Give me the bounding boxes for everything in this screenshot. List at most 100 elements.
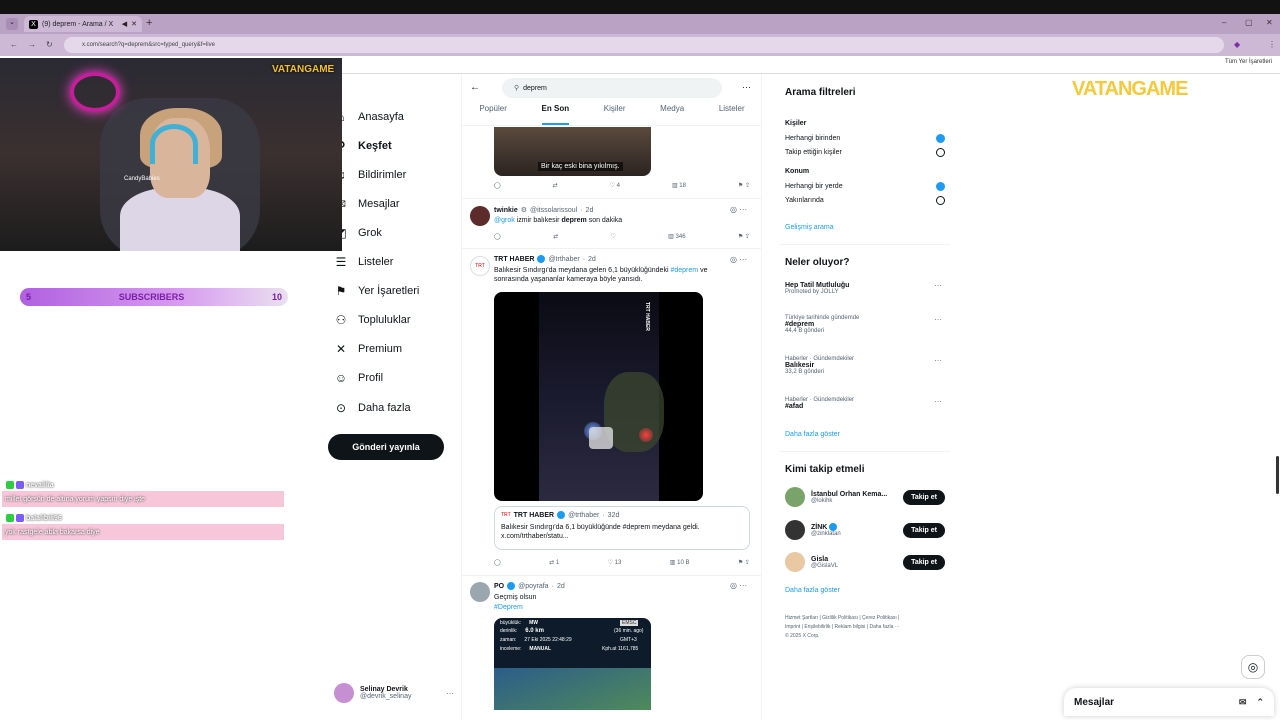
trend-item[interactable]: Haberler · Gündemdekiler #afad	[785, 397, 945, 410]
avatar[interactable]	[470, 206, 490, 226]
trends-more-link[interactable]: Daha fazla göster	[785, 431, 840, 438]
forward-icon[interactable]: →	[28, 40, 36, 49]
nav-item-communities[interactable]: ⚇ Topluluklar	[334, 313, 411, 327]
grok-and-more-icon[interactable]: ◎ ···	[730, 255, 747, 264]
scrollbar[interactable]	[1276, 456, 1279, 494]
mention-link[interactable]: @grok	[494, 217, 515, 224]
tweet-time[interactable]: 2d	[586, 207, 594, 214]
back-arrow-icon[interactable]: ←	[470, 82, 480, 93]
tweet-time[interactable]: 2d	[588, 256, 596, 263]
bookmark-actions[interactable]: ⚑ ⇪	[738, 559, 750, 566]
nav-item-premium[interactable]: ✕ Premium	[334, 342, 402, 356]
nav-item-explore[interactable]: ⚲Keşfet	[334, 139, 392, 153]
follow-suggestion[interactable]: ZİNK @zinklatan Takip et	[785, 520, 945, 540]
messages-drawer[interactable]: Mesajlar ✉ ⌃	[1064, 688, 1274, 716]
advanced-search-link[interactable]: Gelişmiş arama	[785, 224, 834, 231]
author-name[interactable]: TRT HABER	[494, 256, 534, 263]
follow-suggestion[interactable]: İstanbul Orhan Kema... @lokihk Takip et	[785, 487, 945, 507]
retweet-icon[interactable]: ⇄	[553, 182, 558, 189]
hashtag-link[interactable]: #Deprem	[494, 603, 523, 612]
radio-checked-icon[interactable]	[936, 182, 945, 191]
radio-checked-icon[interactable]	[936, 134, 945, 143]
views-button[interactable]: ▥ 346	[668, 233, 685, 240]
tab-search-button[interactable]: ⌄	[6, 18, 18, 30]
hashtag-link[interactable]: #deprem	[670, 267, 698, 274]
radio-icon[interactable]	[936, 196, 945, 205]
tweet-video[interactable]: TRT HABER	[494, 292, 703, 501]
tab-lists[interactable]: Listeler	[719, 104, 745, 125]
search-input[interactable]: ⚲ deprem	[502, 78, 722, 98]
maximize-button[interactable]: ▢	[1245, 18, 1253, 27]
nav-item-home[interactable]: ⌂Anasayfa	[334, 110, 404, 124]
like-button[interactable]: ♡ 4	[610, 182, 620, 189]
filter-nearby[interactable]: Yakınlarında	[785, 196, 945, 205]
bookmark-actions[interactable]: ⚑ ⇪	[738, 233, 750, 240]
tab-people[interactable]: Kişiler	[604, 104, 626, 125]
trt-avatar[interactable]: TRT	[470, 256, 490, 276]
url-bar[interactable]: x.com/search?q=deprem&src=typed_query&f=…	[64, 37, 1224, 53]
trend-item[interactable]: Hep Tatil Mutluluğu Promoted by JOLLY	[785, 282, 945, 295]
close-window-button[interactable]: ✕	[1266, 18, 1273, 27]
earthquake-card[interactable]: EMSC büyüklük: MW derinlik: 6.0 km zaman: 2…	[494, 618, 651, 710]
grok-float-icon[interactable]: ◎	[1241, 655, 1265, 679]
follow-button[interactable]: Takip et	[903, 554, 945, 570]
filter-anywhere[interactable]: Herhangi bir yerde	[785, 182, 945, 191]
nav-item-profile[interactable]: ☺ Profil	[334, 371, 383, 385]
radio-icon[interactable]	[936, 148, 945, 157]
reply-icon[interactable]: ◯	[494, 182, 501, 189]
retweet-icon[interactable]: ⇄	[553, 233, 558, 240]
follow-more-link[interactable]: Daha fazla göster	[785, 587, 840, 594]
reload-icon[interactable]: ↻	[46, 40, 53, 49]
nav-item-lists[interactable]: ☰ Listeler	[334, 255, 394, 269]
expand-icon[interactable]: ⌃	[1256, 697, 1264, 708]
footer-links[interactable]: Hizmet Şartları | Gizlilik Politikası | …	[785, 614, 945, 641]
compose-message-icon[interactable]: ✉	[1239, 697, 1247, 708]
trend-more-icon[interactable]: ···	[934, 397, 942, 406]
bookmark-actions[interactable]: ⚑ ⇪	[738, 182, 750, 189]
extension-icon[interactable]: ◆	[1234, 40, 1240, 49]
back-icon[interactable]: ←	[10, 40, 18, 49]
views-button[interactable]: ▥ 18	[672, 182, 686, 189]
reply-icon[interactable]: ◯	[494, 559, 501, 566]
like-button[interactable]: ♡ 13	[608, 559, 622, 566]
reply-icon[interactable]: ◯	[494, 233, 501, 240]
all-bookmarks[interactable]: Tüm Yer İşaretleri	[1225, 59, 1272, 65]
nav-item-messages[interactable]: ✉Mesajlar	[334, 197, 400, 211]
quote-tweet[interactable]: TRT TRT HABER @trthaber · 32d Balıkesir S…	[494, 506, 750, 550]
tweet-time[interactable]: 2d	[557, 583, 565, 590]
trend-more-icon[interactable]: ···	[934, 315, 942, 324]
search-options-icon[interactable]: ···	[742, 82, 751, 92]
like-icon[interactable]: ♡	[610, 233, 615, 240]
tab-close-icon[interactable]: ✕	[131, 20, 137, 28]
follow-button[interactable]: Takip et	[903, 522, 945, 538]
retweet-button[interactable]: ⇄ 1	[549, 559, 559, 566]
avatar[interactable]	[470, 582, 490, 602]
author-handle[interactable]: @poyrafa	[518, 583, 548, 590]
tab-media[interactable]: Medya	[660, 104, 684, 125]
grok-and-more-icon[interactable]: ◎ ···	[730, 581, 747, 590]
filter-anyone[interactable]: Herhangi birinden	[785, 134, 945, 143]
nav-item-bookmarks[interactable]: ⚑ Yer İşaretleri	[334, 284, 420, 298]
trend-item[interactable]: Türkiye tarihinde gündemde #deprem 44,4 …	[785, 315, 945, 334]
trend-item[interactable]: Haberler · Gündemdekiler Balıkesir 33,2 …	[785, 356, 945, 375]
nav-item-notifications[interactable]: ♫Bildirimler	[334, 168, 407, 182]
trend-more-icon[interactable]: ···	[934, 356, 942, 365]
new-tab-button[interactable]: +	[146, 17, 152, 29]
tab-latest[interactable]: En Son	[541, 104, 570, 125]
browser-tab[interactable]: X (9) deprem - Arama / X ◀ ✕	[24, 16, 142, 32]
filter-following[interactable]: Takip ettiğin kişiler	[785, 148, 945, 157]
author-handle[interactable]: @itssolarissoul	[530, 207, 577, 214]
follow-button[interactable]: Takip et	[903, 489, 945, 505]
follow-suggestion[interactable]: Gisla @GislaVL Takip et	[785, 552, 945, 572]
tab-popular[interactable]: Popüler	[479, 104, 507, 125]
menu-icon[interactable]: ⋮	[1268, 40, 1276, 49]
views-button[interactable]: ▥ 10 B	[670, 559, 690, 566]
minimize-button[interactable]: –	[1222, 18, 1226, 27]
post-button[interactable]: Gönderi yayınla	[328, 434, 444, 460]
grok-and-more-icon[interactable]: ◎ ···	[730, 205, 747, 214]
author-name[interactable]: PO	[494, 583, 504, 590]
author-handle[interactable]: @trthaber	[548, 256, 579, 263]
speaker-icon[interactable]: ◀	[122, 20, 127, 28]
nav-item-more[interactable]: ⊙ Daha fazla	[334, 401, 411, 415]
account-switcher[interactable]: Selinay Devrik @devrik_selinay ···	[334, 680, 454, 706]
